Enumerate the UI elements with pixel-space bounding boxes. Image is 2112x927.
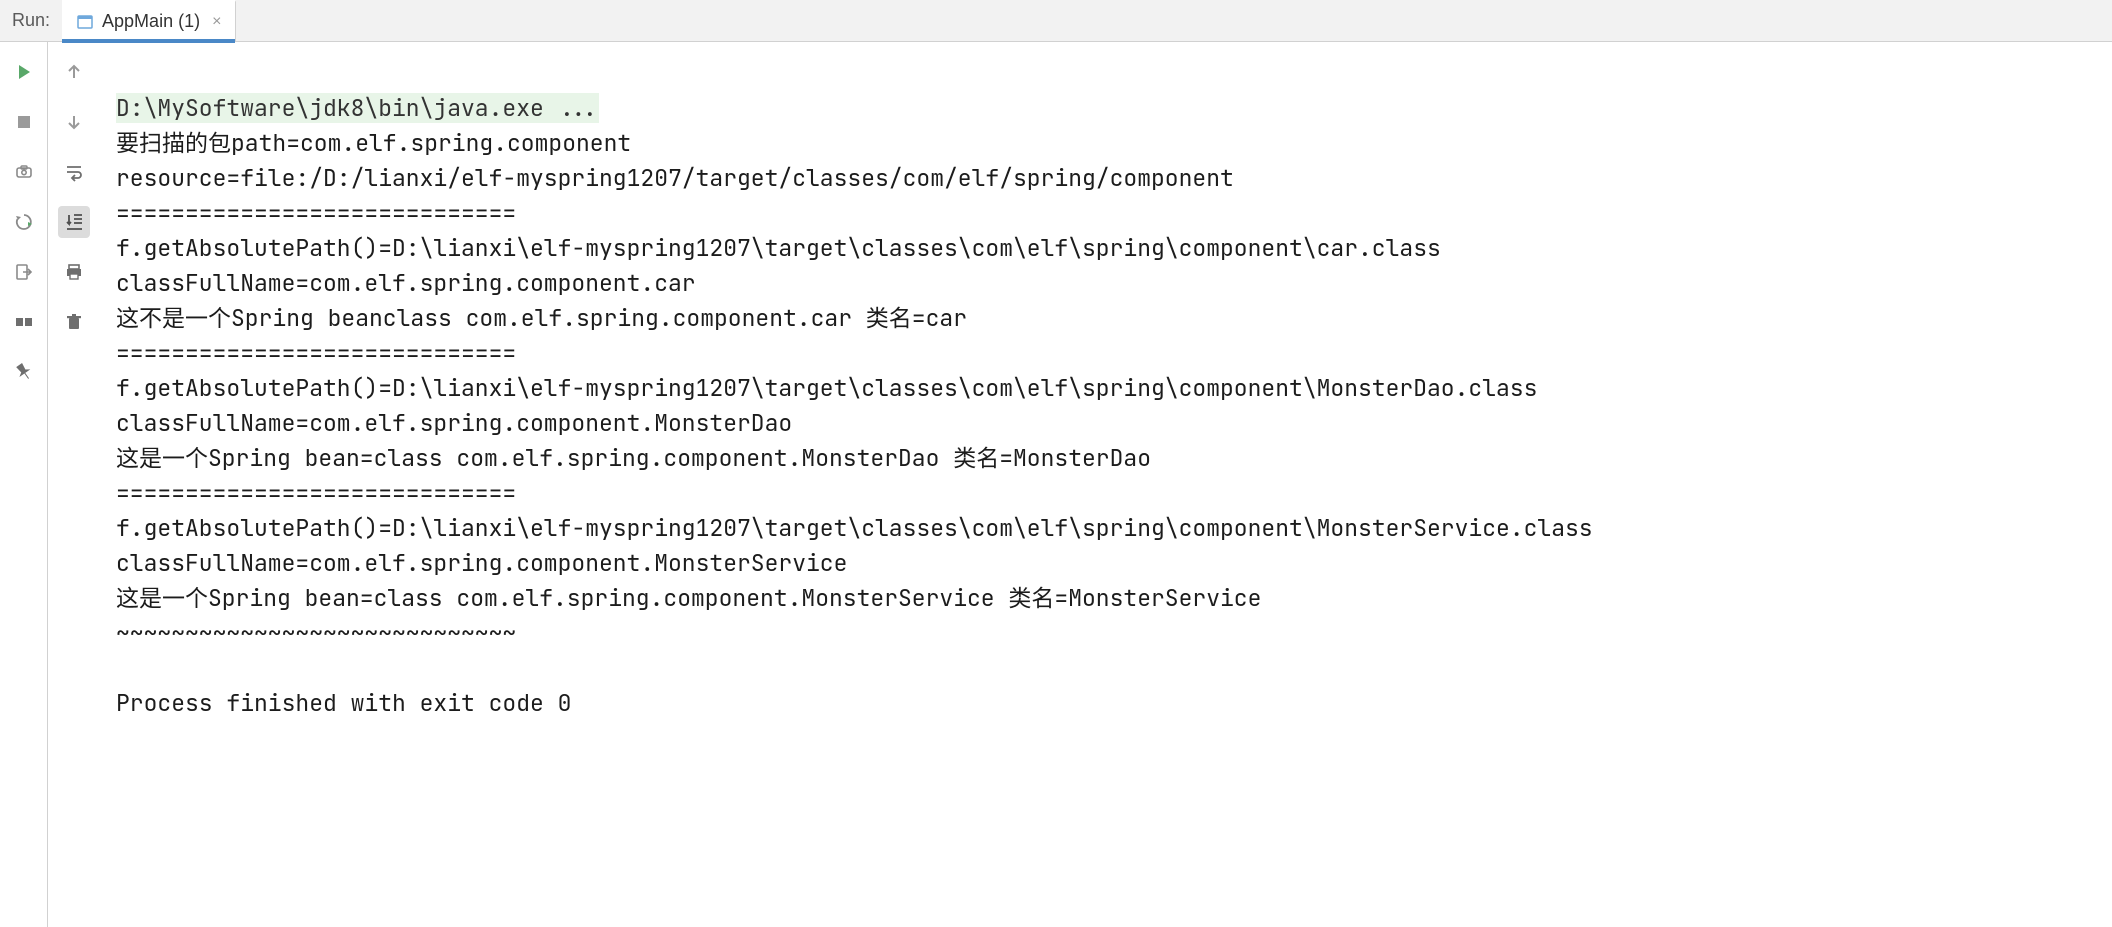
close-icon[interactable]: × xyxy=(212,13,221,31)
scroll-to-end-button[interactable] xyxy=(58,206,90,238)
console-line: classFullName=com.elf.spring.component.M… xyxy=(116,548,847,578)
console-line: 这是一个Spring bean=class com.elf.spring.com… xyxy=(116,443,1151,473)
dump-threads-button[interactable] xyxy=(8,156,40,188)
pin-button[interactable] xyxy=(8,356,40,388)
console-line: classFullName=com.elf.spring.component.c… xyxy=(116,268,696,298)
console-line: f.getAbsolutePath()=D:\lianxi\elf-myspri… xyxy=(116,513,1593,543)
console-line: ============================= xyxy=(116,478,516,508)
console-line: ~~~~~~~~~~~~~~~~~~~~~~~~~~~~~ xyxy=(116,618,516,648)
restart-button[interactable] xyxy=(8,206,40,238)
up-stack-button[interactable] xyxy=(58,56,90,88)
run-panel-header: Run: AppMain (1) × xyxy=(0,0,2112,42)
console-line: ============================= xyxy=(116,338,516,368)
tab-active-underline xyxy=(62,39,235,43)
run-toolbar-primary xyxy=(0,42,48,927)
down-stack-button[interactable] xyxy=(58,106,90,138)
console-line: 这不是一个Spring beanclass com.elf.spring.com… xyxy=(116,303,967,333)
run-config-tab[interactable]: AppMain (1) × xyxy=(62,0,236,42)
console-line: classFullName=com.elf.spring.component.M… xyxy=(116,408,792,438)
rerun-button[interactable] xyxy=(8,56,40,88)
print-button[interactable] xyxy=(58,256,90,288)
layout-button[interactable] xyxy=(8,306,40,338)
run-panel-content: D:\MySoftware\jdk8\bin\java.exe ... 要扫描的… xyxy=(0,42,2112,927)
soft-wrap-button[interactable] xyxy=(58,156,90,188)
console-line: ============================= xyxy=(116,198,516,228)
run-config-tab-label: AppMain (1) xyxy=(102,11,200,32)
console-command-line: D:\MySoftware\jdk8\bin\java.exe ... xyxy=(116,93,599,123)
stop-button[interactable] xyxy=(8,106,40,138)
clear-all-button[interactable] xyxy=(58,306,90,338)
console-exit-line: Process finished with exit code 0 xyxy=(116,688,571,718)
run-toolbar-secondary xyxy=(48,42,100,927)
console-line: resource=file:/D:/lianxi/elf-myspring120… xyxy=(116,163,1234,193)
console-output[interactable]: D:\MySoftware\jdk8\bin\java.exe ... 要扫描的… xyxy=(100,42,2112,927)
console-line: 这是一个Spring bean=class com.elf.spring.com… xyxy=(116,583,1261,613)
console-line: f.getAbsolutePath()=D:\lianxi\elf-myspri… xyxy=(116,373,1537,403)
app-tab-icon xyxy=(76,13,94,31)
run-label: Run: xyxy=(8,10,62,31)
console-line: f.getAbsolutePath()=D:\lianxi\elf-myspri… xyxy=(116,233,1441,263)
exit-button[interactable] xyxy=(8,256,40,288)
console-line: 要扫描的包path=com.elf.spring.component xyxy=(116,128,631,158)
